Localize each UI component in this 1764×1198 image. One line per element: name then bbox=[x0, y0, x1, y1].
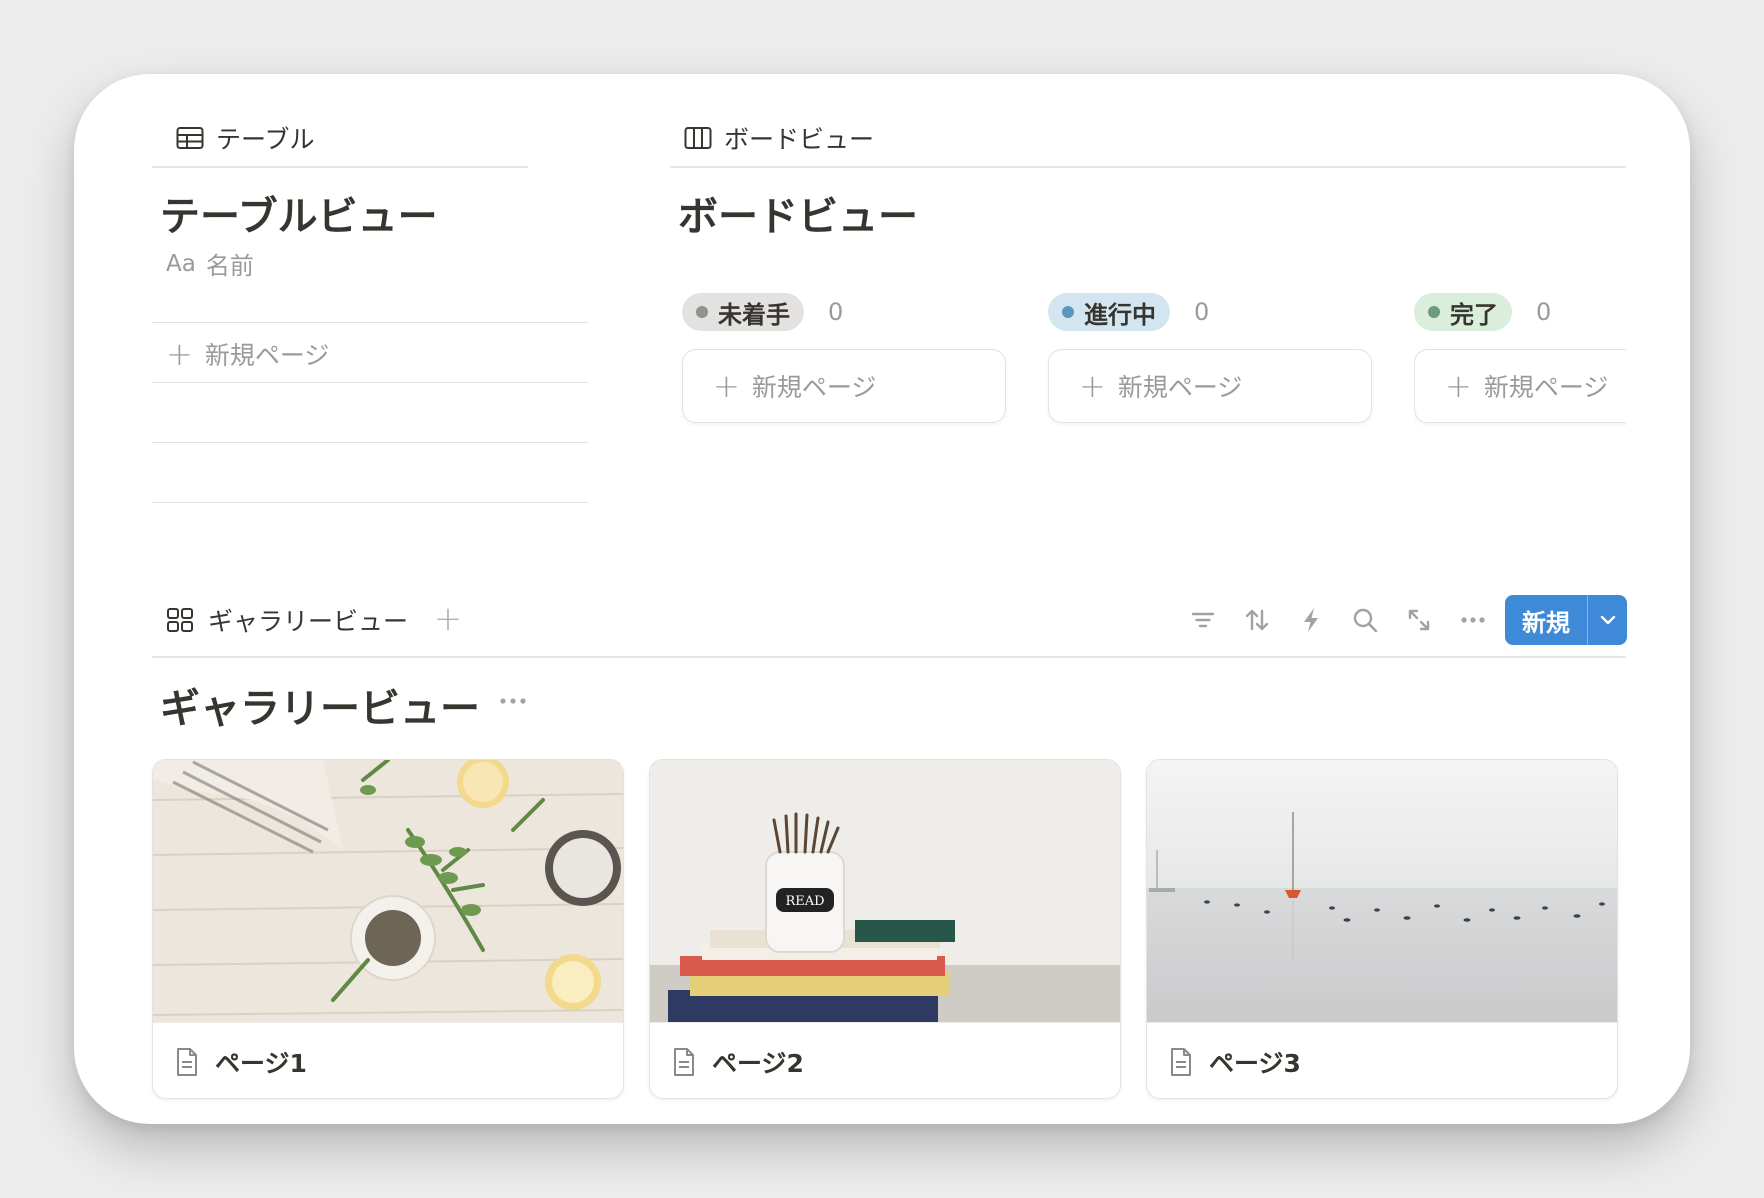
table-row-divider bbox=[152, 502, 588, 503]
column-name-label: 名前 bbox=[205, 252, 254, 280]
board-new-page-label: 新規ページ bbox=[1117, 373, 1243, 402]
table-row-divider bbox=[152, 442, 588, 443]
card-cover-image bbox=[153, 760, 623, 1022]
status-badge: 未着手 bbox=[682, 293, 804, 331]
plus-icon: + bbox=[1445, 367, 1472, 405]
tab-board-view[interactable]: ボードビュー bbox=[684, 118, 874, 158]
board-view-title: ボードビュー bbox=[678, 194, 918, 240]
board-new-page-button[interactable]: + 新規ページ bbox=[682, 349, 1006, 423]
board-column-header[interactable]: 完了 0 bbox=[1414, 293, 1551, 331]
table-new-page-label: 新規ページ bbox=[204, 341, 330, 370]
tab-table-view[interactable]: テーブル bbox=[176, 118, 336, 158]
plus-icon: + bbox=[166, 335, 193, 373]
document-icon bbox=[674, 1047, 694, 1076]
document-icon bbox=[1171, 1047, 1191, 1076]
sort-icon[interactable] bbox=[1242, 605, 1272, 635]
card-title: ページ1 bbox=[215, 1048, 307, 1078]
table-column-header[interactable]: Aa 名前 bbox=[166, 246, 254, 281]
column-count: 0 bbox=[1536, 298, 1552, 326]
status-label: 完了 bbox=[1450, 300, 1498, 329]
table-view-title: テーブルビュー bbox=[160, 194, 438, 240]
gallery-card[interactable]: ページ3 bbox=[1146, 759, 1618, 1099]
board-column-header[interactable]: 進行中 0 bbox=[1048, 293, 1209, 331]
board-new-page-button[interactable]: + 新規ページ bbox=[1048, 349, 1372, 423]
status-label: 未着手 bbox=[718, 300, 790, 329]
plus-icon: + bbox=[713, 367, 740, 405]
tab-table-label: テーブル bbox=[216, 125, 315, 154]
tab-gallery-view[interactable]: ギャラリービュー bbox=[166, 600, 408, 640]
status-dot bbox=[1428, 306, 1440, 318]
chevron-down-icon bbox=[1600, 615, 1615, 625]
gallery-icon bbox=[167, 608, 193, 632]
table-new-page-button[interactable]: + 新規ページ bbox=[166, 330, 329, 378]
board-new-page-label: 新規ページ bbox=[751, 373, 877, 402]
add-view-button[interactable]: + bbox=[430, 601, 466, 637]
column-count: 0 bbox=[828, 298, 844, 326]
card-title-row: ページ1 bbox=[153, 1022, 623, 1098]
plus-icon: + bbox=[1079, 367, 1106, 405]
more-icon[interactable] bbox=[1458, 605, 1488, 635]
board-new-page-button[interactable]: + 新規ページ bbox=[1414, 349, 1626, 423]
gallery-tab-underline bbox=[152, 656, 1626, 658]
gallery-view-title: ギャラリービュー bbox=[160, 686, 480, 732]
automation-icon[interactable] bbox=[1296, 605, 1326, 635]
table-row-divider bbox=[152, 322, 588, 323]
card-title: ページ3 bbox=[1209, 1048, 1301, 1078]
table-icon bbox=[176, 127, 204, 149]
status-label: 進行中 bbox=[1084, 300, 1156, 329]
expand-icon[interactable] bbox=[1404, 605, 1434, 635]
table-row-divider bbox=[152, 382, 588, 383]
gallery-card[interactable]: ページ1 bbox=[152, 759, 624, 1099]
document-icon bbox=[177, 1047, 197, 1076]
text-property-icon: Aa bbox=[166, 250, 196, 277]
card-title-row: ページ2 bbox=[650, 1022, 1120, 1098]
table-tab-underline bbox=[152, 166, 528, 168]
status-badge: 進行中 bbox=[1048, 293, 1170, 331]
title-more-icon[interactable] bbox=[498, 696, 528, 706]
card-cover-image bbox=[1147, 760, 1617, 1022]
status-badge: 完了 bbox=[1414, 293, 1512, 331]
status-dot bbox=[696, 306, 708, 318]
status-dot bbox=[1062, 306, 1074, 318]
gallery-card[interactable]: READ ページ2 bbox=[649, 759, 1121, 1099]
new-options-dropdown[interactable] bbox=[1588, 614, 1627, 626]
card-cover-image: READ bbox=[650, 760, 1120, 1022]
filter-icon[interactable] bbox=[1188, 605, 1218, 635]
card-title: ページ2 bbox=[712, 1048, 804, 1078]
database-views-card: テーブル テーブルビュー Aa 名前 + 新規ページ ボードビュー ボードビュー… bbox=[74, 74, 1690, 1124]
jar-label-text: READ bbox=[785, 894, 824, 909]
column-count: 0 bbox=[1194, 298, 1210, 326]
new-button-label: 新規 bbox=[1522, 608, 1570, 637]
board-icon bbox=[684, 127, 712, 149]
tab-gallery-label: ギャラリービュー bbox=[208, 607, 409, 636]
board-column-clip: + 新規ページ bbox=[1414, 347, 1626, 427]
card-title-row: ページ3 bbox=[1147, 1022, 1617, 1098]
board-new-page-label: 新規ページ bbox=[1483, 373, 1609, 402]
search-icon[interactable] bbox=[1350, 605, 1380, 635]
new-page-button[interactable]: 新規 bbox=[1505, 595, 1627, 645]
tab-board-label: ボードビュー bbox=[724, 125, 875, 154]
plus-icon: + bbox=[433, 599, 463, 639]
board-column-header[interactable]: 未着手 0 bbox=[682, 293, 843, 331]
board-tab-underline bbox=[670, 166, 1626, 168]
